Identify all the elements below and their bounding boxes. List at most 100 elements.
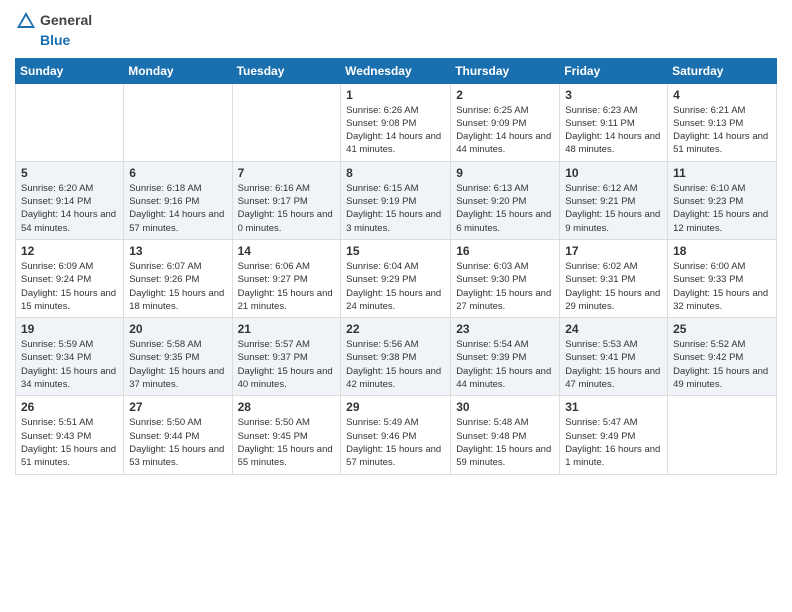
calendar-cell: 31Sunrise: 5:47 AMSunset: 9:49 PMDayligh… <box>560 396 668 474</box>
day-number: 22 <box>346 322 445 336</box>
calendar-cell: 2 Sunrise: 6:25 AMSunset: 9:09 PMDaylight… <box>451 83 560 161</box>
weekday-header-sunday: Sunday <box>16 58 124 83</box>
day-number: 29 <box>346 400 445 414</box>
calendar-cell: 1 Sunrise: 6:26 AMSunset: 9:08 PMDaylight… <box>341 83 451 161</box>
day-info: Sunrise: 5:47 AMSunset: 9:49 PMDaylight:… <box>565 416 662 469</box>
logo-triangle-icon <box>15 10 37 32</box>
logo-container: General Blue <box>15 10 92 50</box>
day-number: 1 <box>346 88 445 102</box>
day-info: Sunrise: 6:23 AMSunset: 9:11 PMDaylight:… <box>565 104 662 157</box>
calendar-cell <box>124 83 232 161</box>
calendar-cell: 15 Sunrise: 6:04 AMSunset: 9:29 PMDayligh… <box>341 239 451 317</box>
weekday-header-wednesday: Wednesday <box>341 58 451 83</box>
logo-general-text: General <box>40 12 92 28</box>
weekday-header-friday: Friday <box>560 58 668 83</box>
day-number: 13 <box>129 244 226 258</box>
calendar-cell: 12 Sunrise: 6:09 AMSunset: 9:24 PMDayligh… <box>16 239 124 317</box>
day-info: Sunrise: 6:20 AMSunset: 9:14 PMDaylight:… <box>21 182 118 235</box>
calendar-cell: 24 Sunrise: 5:53 AMSunset: 9:41 PMDayligh… <box>560 318 668 396</box>
calendar-cell: 27Sunrise: 5:50 AMSunset: 9:44 PMDayligh… <box>124 396 232 474</box>
day-number: 18 <box>673 244 771 258</box>
day-number: 24 <box>565 322 662 336</box>
calendar-cell: 20Sunrise: 5:58 AMSunset: 9:35 PMDayligh… <box>124 318 232 396</box>
day-info: Sunrise: 6:02 AMSunset: 9:31 PMDaylight:… <box>565 260 662 313</box>
calendar-cell: 4 Sunrise: 6:21 AMSunset: 9:13 PMDaylight… <box>668 83 777 161</box>
calendar-cell: 7 Sunrise: 6:16 AMSunset: 9:17 PMDaylight… <box>232 161 341 239</box>
weekday-header-saturday: Saturday <box>668 58 777 83</box>
weekday-header-monday: Monday <box>124 58 232 83</box>
calendar-cell: 26 Sunrise: 5:51 AMSunset: 9:43 PMDayligh… <box>16 396 124 474</box>
calendar-cell: 10Sunrise: 6:12 AMSunset: 9:21 PMDayligh… <box>560 161 668 239</box>
day-number: 14 <box>238 244 336 258</box>
calendar-cell: 21 Sunrise: 5:57 AMSunset: 9:37 PMDayligh… <box>232 318 341 396</box>
day-info: Sunrise: 5:51 AMSunset: 9:43 PMDaylight:… <box>21 416 118 469</box>
day-number: 2 <box>456 88 554 102</box>
day-number: 16 <box>456 244 554 258</box>
day-number: 19 <box>21 322 118 336</box>
day-info: Sunrise: 5:56 AMSunset: 9:38 PMDaylight:… <box>346 338 445 391</box>
calendar-cell: 13Sunrise: 6:07 AMSunset: 9:26 PMDayligh… <box>124 239 232 317</box>
calendar-cell: 17 Sunrise: 6:02 AMSunset: 9:31 PMDayligh… <box>560 239 668 317</box>
day-info: Sunrise: 5:52 AMSunset: 9:42 PMDaylight:… <box>673 338 771 391</box>
day-info: Sunrise: 6:16 AMSunset: 9:17 PMDaylight:… <box>238 182 336 235</box>
page: General Blue SundayMondayTuesdayWednesda… <box>0 0 792 612</box>
day-number: 28 <box>238 400 336 414</box>
day-info: Sunrise: 5:50 AMSunset: 9:44 PMDaylight:… <box>129 416 226 469</box>
day-info: Sunrise: 5:54 AMSunset: 9:39 PMDaylight:… <box>456 338 554 391</box>
day-info: Sunrise: 6:18 AMSunset: 9:16 PMDaylight:… <box>129 182 226 235</box>
day-info: Sunrise: 6:10 AMSunset: 9:23 PMDaylight:… <box>673 182 771 235</box>
day-info: Sunrise: 5:53 AMSunset: 9:41 PMDaylight:… <box>565 338 662 391</box>
logo: General Blue <box>15 10 92 50</box>
day-number: 21 <box>238 322 336 336</box>
day-info: Sunrise: 6:09 AMSunset: 9:24 PMDaylight:… <box>21 260 118 313</box>
day-info: Sunrise: 6:13 AMSunset: 9:20 PMDaylight:… <box>456 182 554 235</box>
calendar-week-row: 1 Sunrise: 6:26 AMSunset: 9:08 PMDaylight… <box>16 83 777 161</box>
calendar-cell <box>16 83 124 161</box>
calendar-table: SundayMondayTuesdayWednesdayThursdayFrid… <box>15 58 777 475</box>
calendar-week-row: 26 Sunrise: 5:51 AMSunset: 9:43 PMDayligh… <box>16 396 777 474</box>
calendar-cell: 30 Sunrise: 5:48 AMSunset: 9:48 PMDayligh… <box>451 396 560 474</box>
day-number: 15 <box>346 244 445 258</box>
day-info: Sunrise: 6:15 AMSunset: 9:19 PMDaylight:… <box>346 182 445 235</box>
day-number: 30 <box>456 400 554 414</box>
day-info: Sunrise: 5:48 AMSunset: 9:48 PMDaylight:… <box>456 416 554 469</box>
calendar-cell: 3Sunrise: 6:23 AMSunset: 9:11 PMDaylight… <box>560 83 668 161</box>
logo-blue-text: Blue <box>40 32 70 48</box>
calendar-cell <box>232 83 341 161</box>
calendar-cell: 19Sunrise: 5:59 AMSunset: 9:34 PMDayligh… <box>16 318 124 396</box>
day-info: Sunrise: 6:25 AMSunset: 9:09 PMDaylight:… <box>456 104 554 157</box>
day-number: 12 <box>21 244 118 258</box>
day-info: Sunrise: 5:57 AMSunset: 9:37 PMDaylight:… <box>238 338 336 391</box>
calendar-cell: 14 Sunrise: 6:06 AMSunset: 9:27 PMDayligh… <box>232 239 341 317</box>
day-info: Sunrise: 5:49 AMSunset: 9:46 PMDaylight:… <box>346 416 445 469</box>
calendar-cell: 18Sunrise: 6:00 AMSunset: 9:33 PMDayligh… <box>668 239 777 317</box>
calendar-week-row: 19Sunrise: 5:59 AMSunset: 9:34 PMDayligh… <box>16 318 777 396</box>
calendar-cell: 22 Sunrise: 5:56 AMSunset: 9:38 PMDayligh… <box>341 318 451 396</box>
day-number: 5 <box>21 166 118 180</box>
day-number: 9 <box>456 166 554 180</box>
day-number: 10 <box>565 166 662 180</box>
calendar-cell: 11 Sunrise: 6:10 AMSunset: 9:23 PMDayligh… <box>668 161 777 239</box>
day-number: 7 <box>238 166 336 180</box>
calendar-cell: 5 Sunrise: 6:20 AMSunset: 9:14 PMDaylight… <box>16 161 124 239</box>
day-number: 17 <box>565 244 662 258</box>
day-number: 4 <box>673 88 771 102</box>
calendar-cell: 6 Sunrise: 6:18 AMSunset: 9:16 PMDaylight… <box>124 161 232 239</box>
weekday-header-row: SundayMondayTuesdayWednesdayThursdayFrid… <box>16 58 777 83</box>
day-number: 6 <box>129 166 226 180</box>
day-number: 25 <box>673 322 771 336</box>
calendar-cell: 28Sunrise: 5:50 AMSunset: 9:45 PMDayligh… <box>232 396 341 474</box>
day-info: Sunrise: 6:03 AMSunset: 9:30 PMDaylight:… <box>456 260 554 313</box>
calendar-cell: 25 Sunrise: 5:52 AMSunset: 9:42 PMDayligh… <box>668 318 777 396</box>
calendar-cell: 16 Sunrise: 6:03 AMSunset: 9:30 PMDayligh… <box>451 239 560 317</box>
day-number: 8 <box>346 166 445 180</box>
day-info: Sunrise: 6:26 AMSunset: 9:08 PMDaylight:… <box>346 104 445 157</box>
header: General Blue <box>15 10 777 50</box>
calendar-cell: 23Sunrise: 5:54 AMSunset: 9:39 PMDayligh… <box>451 318 560 396</box>
day-number: 26 <box>21 400 118 414</box>
day-number: 11 <box>673 166 771 180</box>
day-info: Sunrise: 6:21 AMSunset: 9:13 PMDaylight:… <box>673 104 771 157</box>
day-info: Sunrise: 6:06 AMSunset: 9:27 PMDaylight:… <box>238 260 336 313</box>
day-info: Sunrise: 6:04 AMSunset: 9:29 PMDaylight:… <box>346 260 445 313</box>
day-info: Sunrise: 5:58 AMSunset: 9:35 PMDaylight:… <box>129 338 226 391</box>
